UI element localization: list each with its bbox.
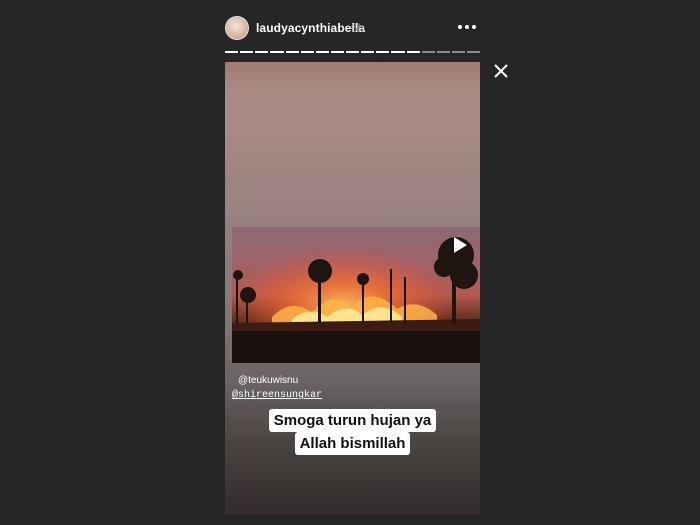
progress-segment <box>391 51 405 53</box>
progress-segment <box>300 51 314 53</box>
mention-tag[interactable]: @teukuwisnu <box>238 375 298 386</box>
progress-segment <box>225 51 239 53</box>
progress-segment <box>240 51 254 53</box>
close-icon[interactable] <box>492 62 510 80</box>
story-top-band <box>225 62 480 94</box>
progress-segment <box>346 51 360 53</box>
progress-segment <box>436 51 450 53</box>
story-progress <box>225 51 481 53</box>
play-icon[interactable] <box>454 237 467 253</box>
progress-segment <box>255 51 269 53</box>
username[interactable]: laudyacynthiabella <box>256 21 365 35</box>
mention-tag[interactable]: @shireensungkar <box>232 390 322 401</box>
progress-segment <box>330 51 344 53</box>
caption-line: Smoga turun hujan ya <box>268 409 437 432</box>
caption-line: Allah bismillah <box>294 432 411 455</box>
progress-segment <box>285 51 299 53</box>
forest-fire-image <box>232 227 480 363</box>
progress-segment <box>270 51 284 53</box>
caption: Smoga turun hujan ya Allah bismillah <box>240 409 465 455</box>
progress-segment <box>421 51 435 53</box>
story-frame[interactable]: @teukuwisnu @shireensungkar Smoga turun … <box>225 62 480 515</box>
progress-segment <box>406 51 420 53</box>
progress-segment <box>451 51 465 53</box>
progress-segment <box>315 51 329 53</box>
avatar[interactable] <box>225 16 249 40</box>
progress-segment <box>467 51 481 53</box>
progress-segment <box>361 51 375 53</box>
story-header: laudyacynthiabella 6h <box>225 16 480 42</box>
video-thumbnail[interactable] <box>232 227 480 363</box>
more-icon[interactable] <box>458 20 476 34</box>
post-time: 6h <box>351 21 365 35</box>
progress-segment <box>376 51 390 53</box>
